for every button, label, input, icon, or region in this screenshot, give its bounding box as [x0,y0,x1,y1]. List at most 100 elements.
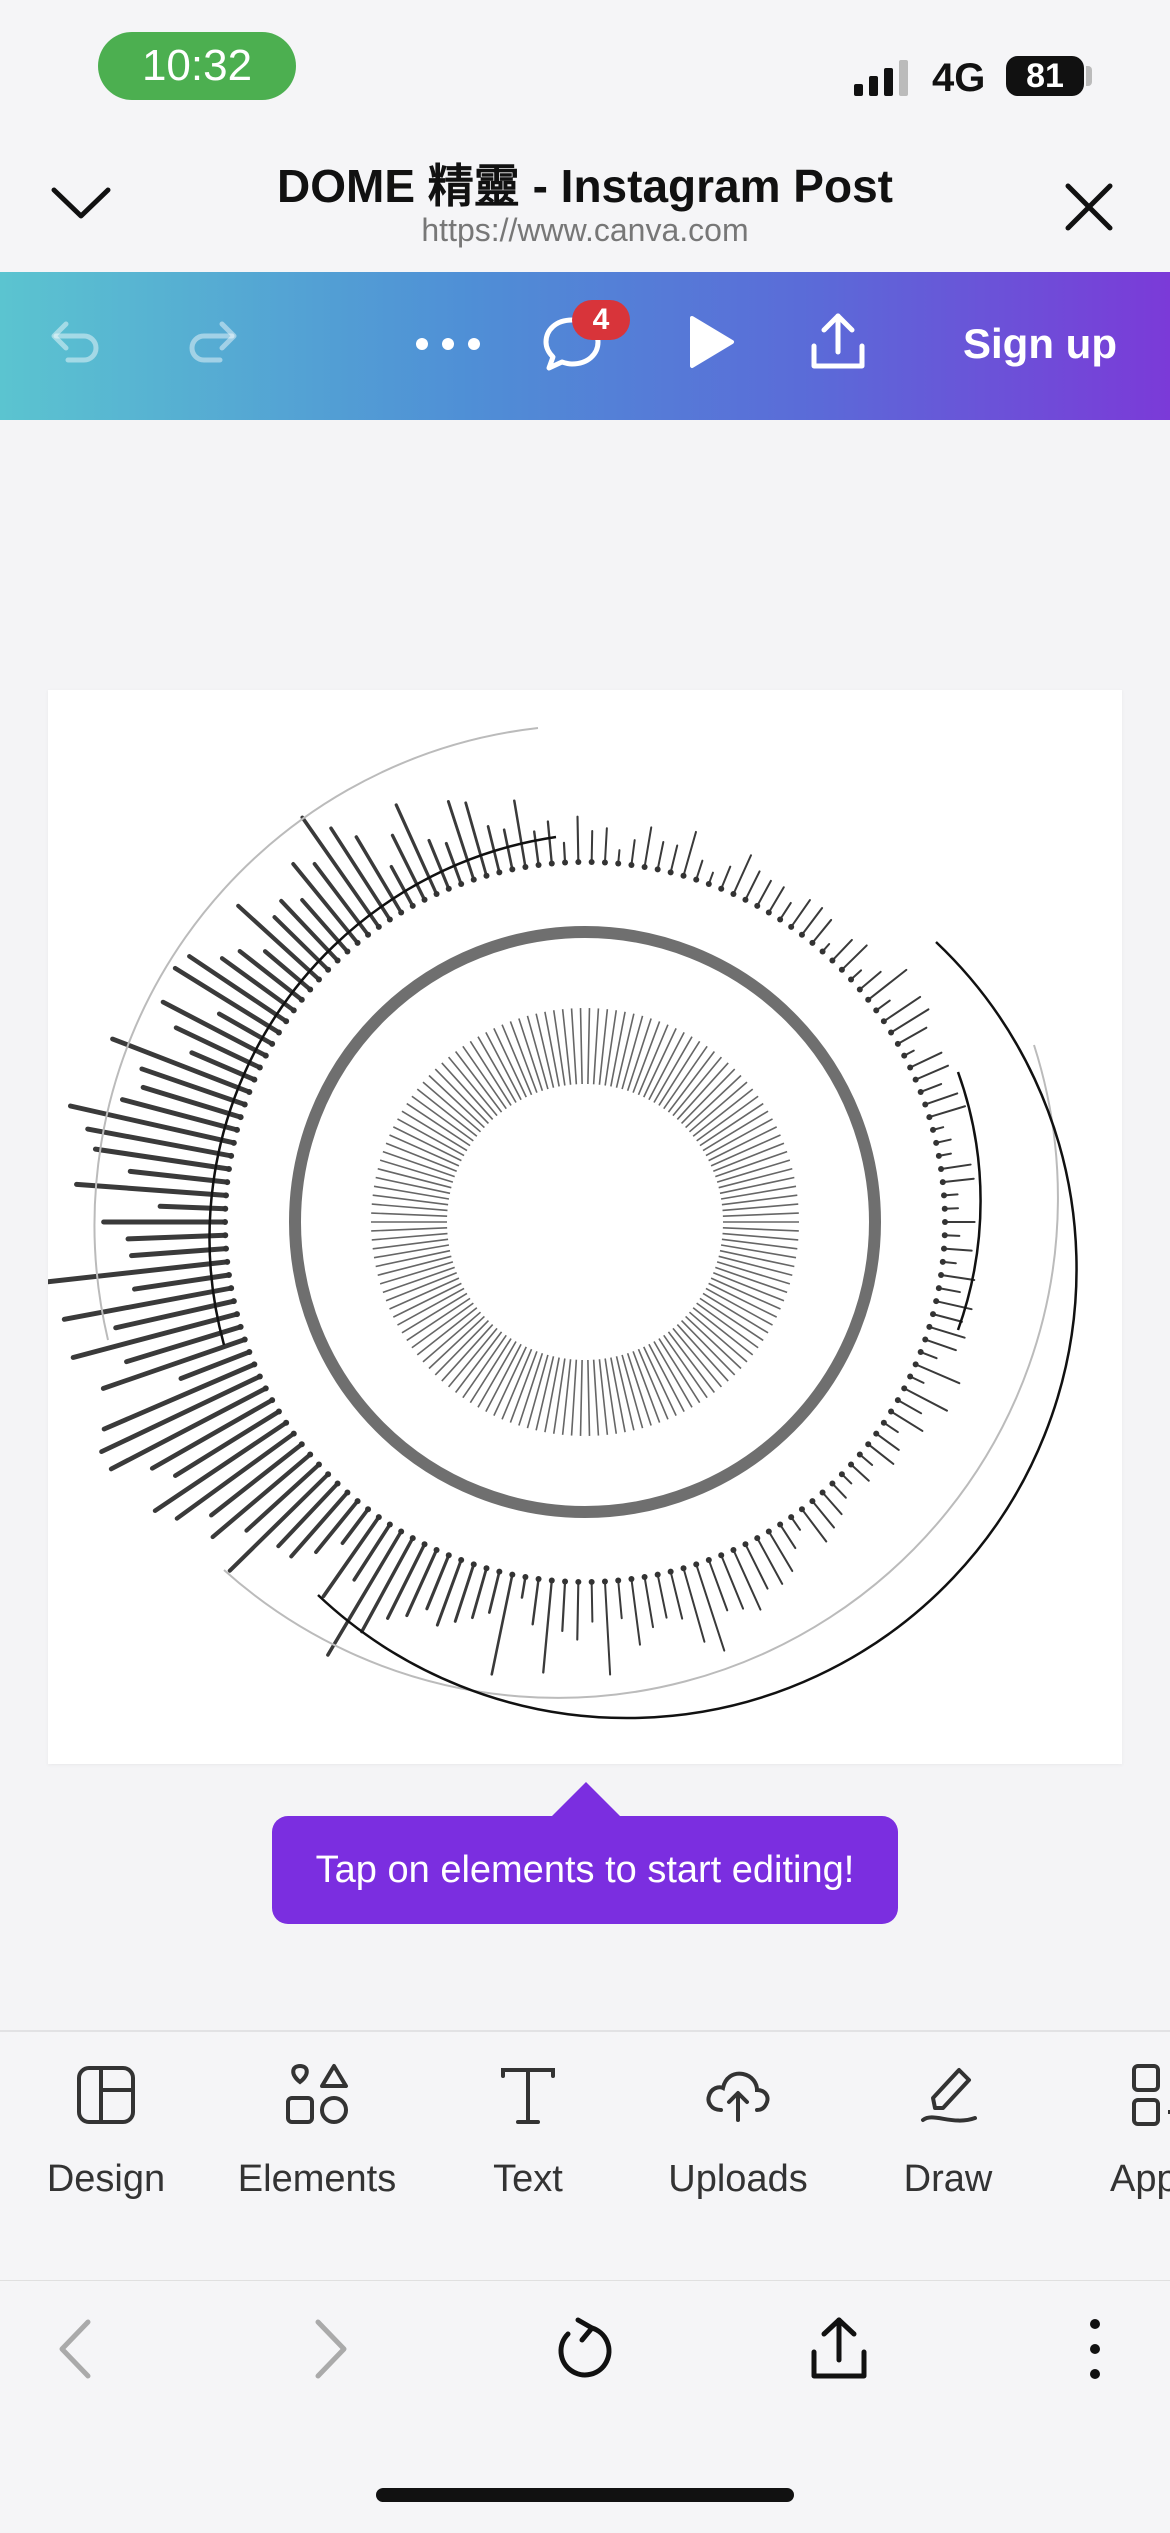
spectrum-spike [132,1249,226,1256]
inner-tick [463,1335,506,1397]
status-time: 10:32 [98,32,296,100]
share-icon[interactable] [806,310,870,374]
play-icon[interactable] [678,310,742,374]
spike-dot [589,1579,595,1585]
inner-tick [376,1178,450,1194]
spike-dot [222,1232,228,1238]
spike-dot [918,1089,924,1095]
spike-dot [922,1337,928,1343]
editing-hint-tooltip[interactable]: Tap on elements to start editing! [272,1816,898,1924]
tool-elements[interactable]: Elements [217,2060,417,2250]
spike-dot [231,1140,237,1146]
reload-icon[interactable] [548,2314,618,2384]
spectrum-spike [605,828,607,862]
spike-dot [575,859,581,865]
spike-dot [231,1298,237,1304]
tooltip-arrow [550,1782,622,1818]
spectrum-spike [64,1288,231,1319]
spectrum-spike [898,1400,921,1413]
inner-tick [397,1119,464,1156]
tool-label: Elements [217,2158,417,2201]
black-arc-right-inner [958,1072,981,1330]
spike-dot [549,861,555,867]
spectrum-spike [77,1184,226,1195]
spike-dot [251,1361,257,1367]
spectrum-spike [562,1581,565,1630]
spike-dot [693,1561,699,1567]
spike-dot [269,1041,275,1047]
spectrum-spike [916,1364,960,1383]
spike-dot [829,957,835,963]
tool-uploads[interactable]: Uploads [638,2060,838,2250]
sign-up-button[interactable]: Sign up [942,314,1138,374]
spike-dot [471,877,477,883]
more-vertical-icon[interactable] [1060,2314,1130,2384]
spectrum-spike [733,855,751,894]
spike-dot [222,1206,228,1212]
tool-draw[interactable]: Draw [848,2060,1048,2250]
more-options-icon[interactable] [410,310,486,374]
spike-dot [602,1578,608,1584]
spike-dot [848,1462,854,1468]
spike-dot [922,1101,928,1107]
spectrum-spike [514,801,525,867]
spectrum-spike [943,1179,974,1182]
spike-dot [549,1577,555,1583]
spectrum-spike [745,871,759,899]
spectrum-spike [721,867,730,889]
spectrum-spike [769,887,784,912]
battery-level: 81 [1006,56,1084,96]
black-arc-left [210,837,556,1345]
spike-dot [222,1219,228,1225]
spike-dot [446,1552,452,1558]
back-icon[interactable] [42,2314,112,2384]
inner-tick [720,1178,794,1194]
inner-tick [545,1012,559,1087]
inner-tick [486,1344,521,1411]
tool-label: Uploads [638,2158,838,2201]
spectrum-spike [812,920,831,943]
tool-text[interactable]: Text [428,2060,628,2250]
spike-dot [913,1077,919,1083]
spectrum-spike [910,1053,941,1068]
spike-dot [940,1179,946,1185]
pen-icon [913,2060,983,2130]
spectrum-spike [354,1525,390,1580]
inner-tick [709,1127,777,1161]
spike-dot [398,909,404,915]
black-arc-right [318,942,1077,1718]
inner-tick [502,1025,531,1095]
spike-dot [742,1541,748,1547]
spectrum-spike [933,1314,962,1322]
inner-tick [594,1008,599,1084]
undo-icon[interactable] [42,310,106,374]
close-icon[interactable] [1062,180,1116,234]
spike-dot [325,1471,331,1477]
inner-tick [723,1213,799,1216]
spike-dot [706,1557,712,1563]
forward-icon[interactable] [294,2314,364,2384]
spike-dot [718,886,724,892]
circular-audio-spectrum-graphic[interactable] [48,690,1122,1764]
inner-tick [700,1104,763,1146]
inner-tick [463,1046,506,1108]
spectrum-spike [939,1288,960,1292]
spectrum-spike [211,1444,302,1515]
share-icon[interactable] [804,2314,874,2384]
tool-apps[interactable]: App [1066,2060,1170,2250]
tool-design[interactable]: Design [6,2060,206,2250]
spectrum-spike [618,1580,621,1618]
spectrum-spike [791,900,810,927]
spike-dot [777,916,783,922]
spike-dot [536,1576,542,1582]
redo-icon[interactable] [182,310,246,374]
spike-dot [941,1246,947,1252]
spike-dot [562,1578,568,1584]
spike-dot [901,1053,907,1059]
spike-dot [234,1311,240,1317]
spike-dot [496,869,502,875]
spike-dot [857,1452,863,1458]
inner-tick [407,1298,470,1340]
inner-tick [372,1204,448,1210]
inner-tick [372,1234,448,1240]
